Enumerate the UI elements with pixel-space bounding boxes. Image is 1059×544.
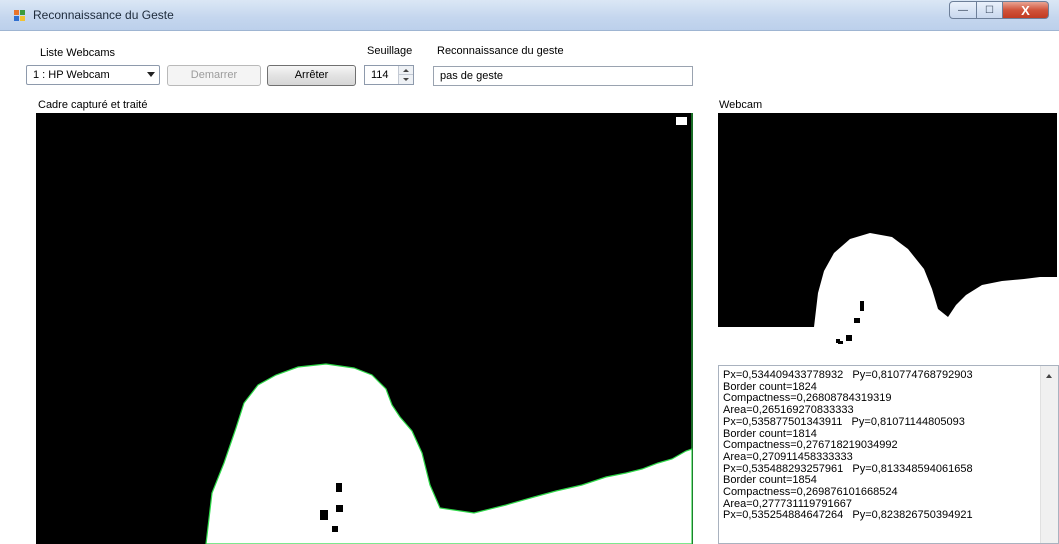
- close-button[interactable]: X: [1003, 1, 1049, 19]
- webcam-frame-image: [718, 113, 1057, 357]
- processed-frame-svg: [36, 113, 693, 544]
- log-lines: Px=0,534409433778932 Py=0,81077476879290…: [723, 369, 1029, 522]
- stepper-down-button[interactable]: [399, 75, 413, 84]
- log-scrollbar[interactable]: [1040, 366, 1058, 543]
- start-button[interactable]: Demarrer: [167, 65, 261, 86]
- minimize-icon: —: [958, 4, 968, 16]
- webcam-frame-svg: [718, 113, 1057, 357]
- title-bar: Reconnaissance du Geste — ☐ X: [0, 0, 1059, 31]
- threshold-stepper[interactable]: 114: [364, 65, 414, 85]
- log-line: Px=0,535877501343911 Py=0,81071144805093: [723, 415, 965, 428]
- chevron-down-icon: [147, 72, 155, 77]
- maximize-icon: ☐: [985, 4, 994, 16]
- arrow-down-icon: [403, 78, 409, 81]
- webcam-select-value: 1 : HP Webcam: [33, 69, 110, 81]
- close-icon: X: [1021, 2, 1030, 18]
- log-line: Compactness=0,269876101668524: [723, 486, 898, 499]
- threshold-label: Seuillage: [367, 45, 413, 57]
- log-line: Area=0,270911458333333: [723, 450, 853, 463]
- scroll-up-icon[interactable]: [1046, 374, 1052, 378]
- stepper-up-button[interactable]: [399, 66, 413, 75]
- app-windows-form-icon: [14, 10, 26, 21]
- gesture-result-field[interactable]: pas de geste: [433, 66, 693, 86]
- stop-button[interactable]: Arrêter: [267, 65, 356, 86]
- log-line: Px=0,534409433778932 Py=0,81077476879290…: [723, 369, 973, 381]
- maximize-button[interactable]: ☐: [977, 1, 1003, 19]
- log-line: Px=0,535254884647264 Py=0,82382675039492…: [723, 509, 973, 522]
- threshold-value: 114: [371, 69, 389, 81]
- processed-frame-label: Cadre capturé et traité: [38, 99, 148, 111]
- webcam-select[interactable]: 1 : HP Webcam: [26, 65, 160, 85]
- arrow-up-icon: [403, 68, 409, 72]
- gesture-result-value: pas de geste: [440, 70, 503, 82]
- window-title: Reconnaissance du Geste: [33, 8, 174, 22]
- webcam-list-label: Liste Webcams: [40, 47, 115, 59]
- minimize-button[interactable]: —: [949, 1, 977, 19]
- webcam-frame-label: Webcam: [719, 99, 763, 111]
- log-textbox[interactable]: Px=0,534409433778932 Py=0,81077476879290…: [718, 365, 1059, 544]
- processed-frame-image: [36, 113, 693, 544]
- gesture-label: Reconnaissance du geste: [437, 45, 564, 57]
